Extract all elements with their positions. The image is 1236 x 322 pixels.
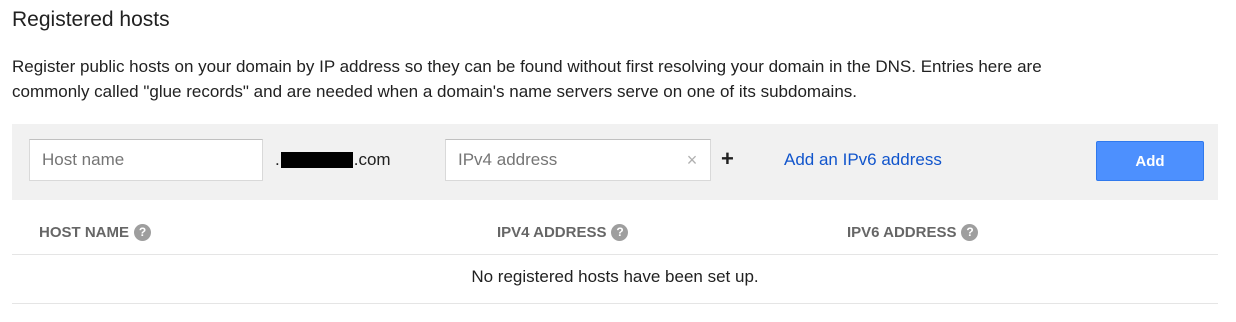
add-button[interactable]: Add (1096, 141, 1204, 181)
column-header-ipv6-address: IPV6 ADDRESS ? (847, 224, 979, 241)
host-name-input[interactable] (29, 139, 263, 181)
description-line-1: Register public hosts on your domain by … (12, 57, 1042, 76)
ipv4-address-input[interactable] (446, 140, 676, 180)
domain-prefix-dot: . (275, 150, 280, 169)
domain-tld: .com (353, 150, 391, 169)
add-ipv6-link[interactable]: Add an IPv6 address (784, 150, 942, 170)
help-icon[interactable]: ? (134, 224, 151, 241)
ipv4-field: × (445, 139, 711, 181)
column-label: IPV4 ADDRESS (497, 224, 607, 241)
description-line-2: commonly called "glue records" and are n… (12, 82, 857, 101)
plus-icon[interactable]: + (721, 146, 734, 172)
domain-suffix: . .com (275, 150, 391, 170)
add-host-bar: . .com × + Add an IPv6 address Add (12, 124, 1218, 200)
empty-state-message: No registered hosts have been set up. (471, 267, 759, 286)
page-title: Registered hosts (12, 8, 170, 31)
hosts-table-header: HOST NAME ? IPV4 ADDRESS ? IPV6 ADDRESS … (12, 212, 1218, 255)
redacted-domain (280, 152, 353, 168)
column-header-host-name: HOST NAME ? (39, 224, 151, 241)
column-label: IPV6 ADDRESS (847, 224, 957, 241)
column-header-ipv4-address: IPV4 ADDRESS ? (497, 224, 629, 241)
help-icon[interactable]: ? (611, 224, 629, 241)
section-description: Register public hosts on your domain by … (12, 54, 1222, 104)
column-label: HOST NAME (39, 224, 129, 241)
table-empty-row: No registered hosts have been set up. (12, 255, 1218, 304)
help-icon[interactable]: ? (961, 224, 979, 241)
clear-icon[interactable]: × (684, 150, 700, 170)
